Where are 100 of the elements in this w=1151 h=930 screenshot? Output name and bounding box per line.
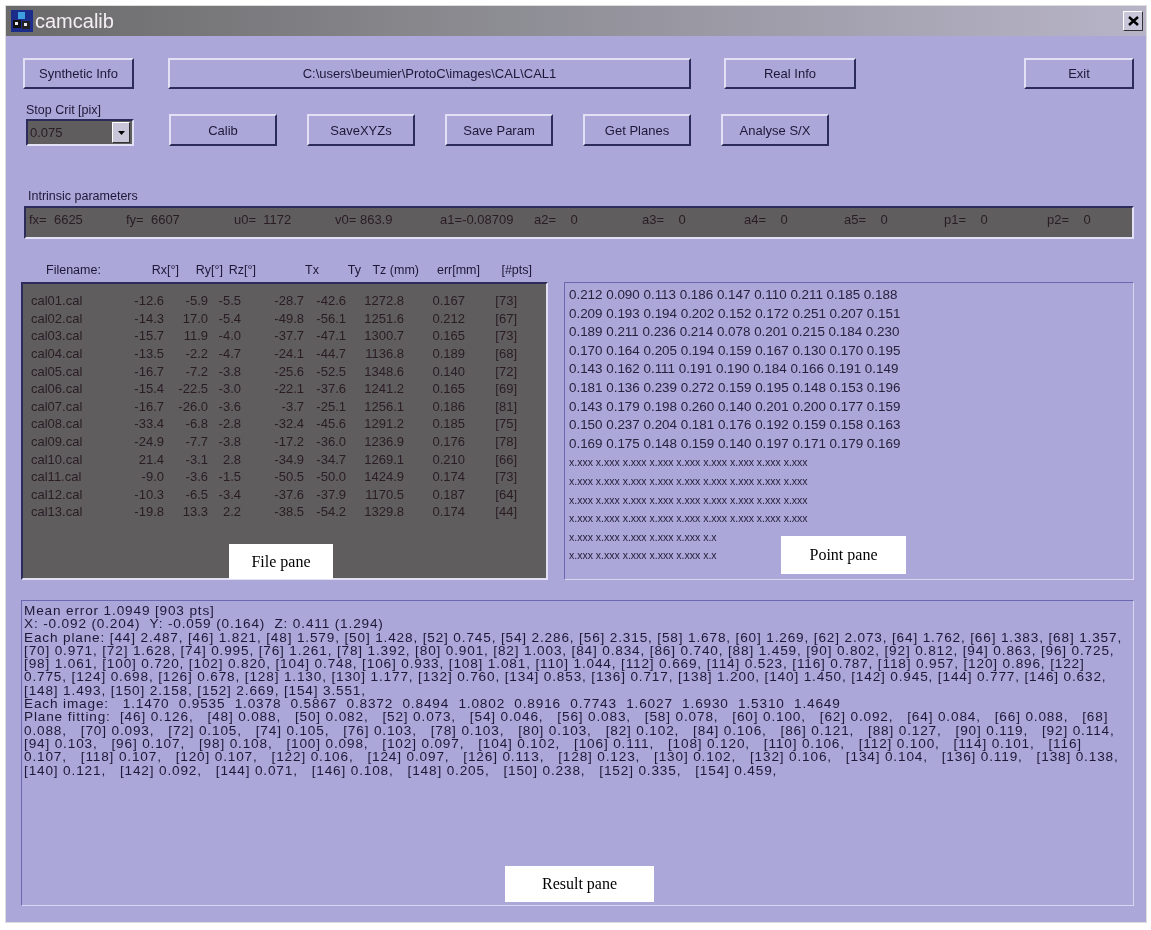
table-cell-text: 0.174 — [431, 469, 465, 485]
result-line: X: -0.092 (0.204) Y: -0.059 (0.164) Z: 0.411 (1.294) — [24, 617, 384, 631]
toolbar-button[interactable]: Exit — [1024, 58, 1134, 89]
column-header: err[mm] — [435, 263, 480, 277]
table-cell-text: 1251.6 — [363, 310, 404, 326]
table-cell-text: [81] — [494, 398, 517, 414]
annotation-label: Point pane — [781, 536, 906, 574]
table-cell-text: -4.0 — [217, 328, 241, 344]
table-cell-text: -52.5 — [315, 363, 346, 379]
window-title: camcalib — [35, 9, 114, 33]
table-cell-text: -2.8 — [217, 416, 241, 432]
table-cell-text: [68] — [494, 346, 517, 362]
table-cell-text: -17.2 — [273, 434, 304, 450]
table-cell-text: -5.4 — [217, 310, 241, 326]
table-cell-text: 0.140 — [431, 363, 465, 379]
parameter-value: p1= 0 — [944, 212, 989, 227]
point-error-row-text: 0.209 0.193 0.194 0.202 0.152 0.172 0.251 0.207 0.151 — [569, 304, 901, 323]
table-cell-text: -19.8 — [133, 504, 164, 520]
parameter-value: a1=-0.08709 — [440, 212, 515, 227]
table-cell-text: -15.7 — [133, 328, 164, 344]
table-cell-text: 11.9 — [182, 328, 208, 344]
point-error-row-text: 0.181 0.136 0.239 0.272 0.159 0.195 0.148 0.153 0.196 — [569, 378, 901, 397]
folder-path-button[interactable]: C:\users\beumier\ProtoC\images\CAL\CAL1 — [168, 58, 691, 89]
table-cell-text: -24.9 — [133, 434, 164, 450]
table-cell-text: -36.0 — [315, 434, 346, 450]
table-cell-text: -22.5 — [177, 381, 208, 397]
table-cell-text: -16.7 — [133, 398, 164, 414]
action-button[interactable]: Get Planes — [583, 114, 691, 146]
action-button[interactable]: SaveXYZs — [307, 114, 415, 146]
table-cell-text: [44] — [494, 504, 517, 520]
dropdown-arrow-icon — [117, 130, 125, 135]
placeholder-row-text: x.xxx x.xxx x.xxx x.xxx x.xxx x.xxx x.xxx x.xxx x.xxx — [569, 511, 808, 527]
table-cell-text: -6.8 — [184, 416, 208, 432]
table-cell-text: 0.176 — [431, 434, 465, 450]
table-cell-text: -14.3 — [133, 310, 164, 326]
point-error-row: 0.189 0.211 0.236 0.214 0.078 0.201 0.215 0.184 0.230 — [569, 323, 900, 342]
table-cell-text: cal13.cal — [31, 504, 84, 520]
cubes-icon — [11, 10, 33, 32]
table-cell-text: -34.9 — [273, 451, 304, 467]
table-cell-text: 0.167 — [431, 293, 465, 309]
table-cell-text: 0.185 — [431, 416, 465, 432]
table-cell-text: -16.7 — [133, 363, 164, 379]
action-button[interactable]: Calib — [169, 114, 277, 146]
table-cell-text: -5.5 — [217, 293, 241, 309]
table-cell-text: -3.6 — [184, 469, 208, 485]
annotation-label: File pane — [229, 544, 333, 579]
result-line: 0.088, [70] 0.093, [72] 0.105, [74] 0.105, [76] 0.103, [78] 0.103, [80] 0.103, [82] 0.102, [84] 0.106, [86] 0.121, [88] 0.127, [90] 0.119, [92] 0.114, — [24, 723, 1115, 737]
table-cell-text: cal08.cal — [31, 416, 84, 432]
table-cell-text: -3.4 — [217, 486, 241, 502]
table-cell-text: -3.6 — [217, 398, 241, 414]
toolbar-button[interactable]: Synthetic Info — [23, 58, 134, 89]
column-header: [#pts] — [500, 263, 532, 277]
table-cell-text: -15.4 — [133, 381, 164, 397]
table-cell-text: [75] — [494, 416, 517, 432]
point-error-row-text: 0.143 0.179 0.198 0.260 0.140 0.201 0.200 0.177 0.159 — [569, 397, 901, 416]
table-cell-text: -33.4 — [133, 416, 164, 432]
table-cell-text: -34.7 — [315, 451, 346, 467]
table-cell-text: -50.5 — [273, 469, 304, 485]
result-line: Each image: 1.1470 0.9535 1.0378 0.5867 0.8372 0.8494 1.0802 0.8916 0.7743 1.6027 1.6930 1.5310 1.4649 — [24, 697, 841, 711]
table-cell-text: 1348.6 — [363, 363, 404, 379]
toolbar-button[interactable]: Real Info — [724, 58, 856, 89]
placeholder-row-text: x.xxx x.xxx x.xxx x.xxx x.xxx x.xxx x.xxx x.xxx x.xxx — [569, 455, 808, 471]
table-cell-text: -47.1 — [315, 328, 346, 344]
table-cell-text: -26.0 — [177, 398, 208, 414]
close-button[interactable] — [1123, 11, 1143, 31]
table-cell-text: 13.3 — [181, 504, 208, 520]
point-error-row-text: 0.169 0.175 0.148 0.159 0.140 0.197 0.171 0.179 0.169 — [569, 434, 901, 453]
table-cell-text: 1291.2 — [363, 416, 404, 432]
placeholder-row-text: x.xxx x.xxx x.xxx x.xxx x.xxx x.xxx x.xxx x.xxx x.xxx — [569, 492, 808, 508]
point-error-row-text: 0.170 0.164 0.205 0.194 0.159 0.167 0.130 0.170 0.195 — [569, 341, 901, 360]
table-cell-text: 0.165 — [431, 381, 465, 397]
placeholder-row-text: x.xxx x.xxx x.xxx x.xxx x.xxx x.x — [569, 529, 717, 545]
table-cell-text: -13.5 — [133, 346, 164, 362]
column-header: Filename: — [46, 263, 102, 277]
action-button[interactable]: Save Param — [445, 114, 553, 146]
table-cell-text: -6.5 — [184, 486, 208, 502]
table-cell-text: -3.0 — [217, 381, 241, 397]
table-cell-text: 17.0 — [181, 310, 208, 326]
parameter-value: fx= 6625 — [29, 212, 84, 227]
parameter-value: a3= 0 — [642, 212, 687, 227]
point-error-row: 0.143 0.162 0.111 0.191 0.190 0.184 0.166 0.191 0.149 — [569, 360, 899, 379]
result-line: Each plane: [44] 2.487, [46] 1.821, [48] 1.579, [50] 1.428, [52] 0.745, [54] 2.286, [56] 2.315, [58] 1.678, [60] 1.269, [62] 2.073, [64] 1.762, [66] 1.383, [68] 1.357, — [24, 630, 1123, 644]
table-cell-text: 1272.8 — [363, 293, 404, 309]
annotation-label: Result pane — [505, 866, 654, 902]
table-cell-text: -25.6 — [273, 363, 304, 379]
action-button[interactable]: Analyse S/X — [721, 114, 829, 146]
table-cell-text: cal09.cal — [31, 434, 84, 450]
table-cell-text: 0.212 — [431, 310, 465, 326]
placeholder-row-text: x.xxx x.xxx x.xxx x.xxx x.xxx x.x — [569, 548, 717, 564]
table-cell-text: -12.6 — [133, 293, 164, 309]
table-cell-text: 1300.7 — [363, 328, 404, 344]
table-cell-text: cal07.cal — [31, 398, 84, 414]
table-cell-text: 1170.5 — [364, 486, 404, 502]
table-cell-text: -1.5 — [217, 469, 241, 485]
table-cell-text: -9.0 — [140, 469, 164, 485]
table-cell-text: cal06.cal — [31, 381, 84, 397]
table-cell-text: -3.1 — [184, 451, 208, 467]
result-line: [98] 1.061, [100] 0.720, [102] 0.820, [104] 0.748, [106] 0.933, [108] 1.081, [110] 1.044, [112] 0.669, [114] 0.523, [116] 0.787, [118] 0.957, [120] 0.896, [122] — [24, 657, 1085, 671]
table-cell-text: [73] — [494, 293, 517, 309]
result-line: 0.107, [118] 0.107, [120] 0.107, [122] 0.106, [124] 0.097, [126] 0.113, [128] 0.123, [130] 0.102, [132] 0.106, [134] 0.104, [136] 0.119, [138] 0.138, — [24, 750, 1119, 764]
